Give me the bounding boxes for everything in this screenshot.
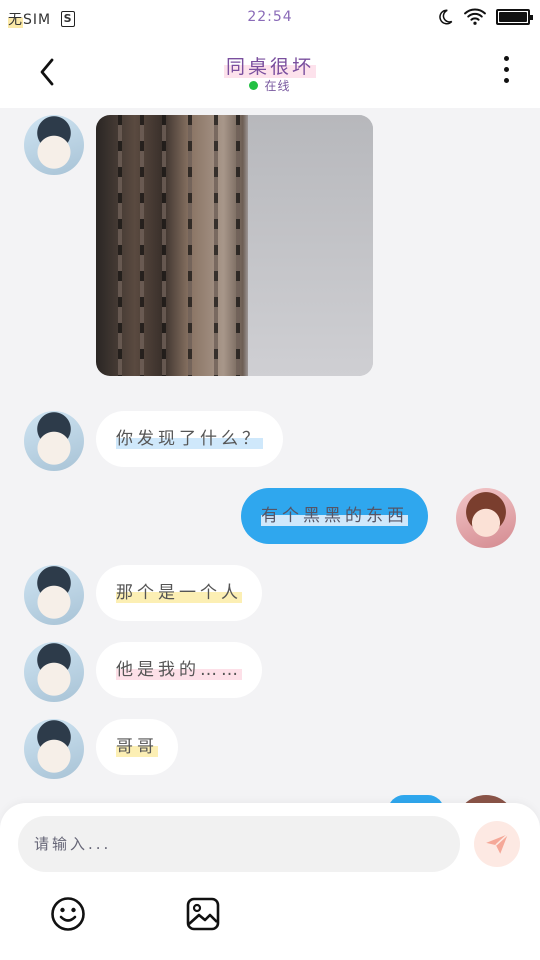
moon-icon [439, 9, 453, 25]
wifi-icon [464, 8, 486, 25]
send-icon [486, 833, 509, 854]
send-button[interactable] [474, 821, 520, 867]
chat-title: 同桌很坏 [223, 56, 316, 78]
message-text: 有个黑黑的东西 [261, 506, 408, 526]
chat-screen: 无SIM S 22:54 同桌很坏 在线 你发现了什么？ 有个黑黑的东西 那个是… [0, 0, 540, 960]
message-bubble-outgoing[interactable]: 有个黑黑的东西 [241, 488, 428, 544]
message-bubble-incoming[interactable]: 你发现了什么？ [96, 411, 283, 467]
more-vertical-icon [494, 56, 518, 83]
chat-header: 同桌很坏 在线 [0, 36, 540, 108]
status-icons [436, 8, 533, 26]
avatar[interactable] [24, 115, 84, 175]
avatar[interactable] [24, 411, 84, 471]
online-status-label: 在线 [264, 79, 291, 93]
message-text: 哥哥 [116, 737, 158, 757]
message-bubble-incoming[interactable]: 哥哥 [96, 719, 178, 775]
avatar[interactable] [24, 719, 84, 779]
image-icon [186, 897, 220, 931]
status-bar: 无SIM S 22:54 [0, 0, 540, 36]
emoji-button[interactable] [50, 896, 86, 932]
message-bubble-incoming[interactable]: 那个是一个人 [96, 565, 262, 621]
battery-icon [496, 9, 533, 25]
avatar[interactable] [24, 642, 84, 702]
more-options-button[interactable] [494, 56, 518, 88]
message-input[interactable] [18, 816, 460, 872]
online-dot [249, 81, 259, 90]
message-text: 你发现了什么？ [116, 429, 263, 449]
message-text: 那个是一个人 [116, 583, 242, 603]
avatar[interactable] [24, 565, 84, 625]
composer-panel: 请输入... [0, 803, 540, 960]
message-text: 他是我的…… [116, 660, 242, 680]
emoji-icon [51, 897, 85, 931]
image-button[interactable] [185, 896, 221, 932]
message-image[interactable] [96, 115, 373, 376]
message-bubble-incoming[interactable]: 他是我的…… [96, 642, 262, 698]
online-status: 在线 [0, 77, 540, 94]
avatar[interactable] [456, 488, 516, 548]
